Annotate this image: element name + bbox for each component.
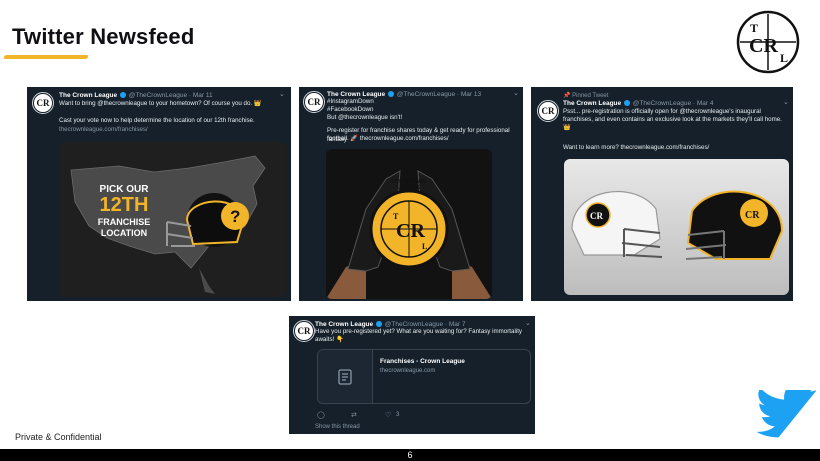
tweet-card-2[interactable]: CR The Crown League @TheCrownLeague · Ma… bbox=[299, 87, 523, 301]
verified-icon bbox=[375, 321, 382, 328]
author-name[interactable]: The Crown League bbox=[563, 100, 621, 107]
tweet-header: The Crown League @TheCrownLeague · Mar 4 bbox=[563, 100, 714, 107]
tweet-card-1[interactable]: CR The Crown League @TheCrownLeague · Ma… bbox=[27, 87, 291, 301]
tweet-text: Want to learn more? thecrownleague.com/f… bbox=[563, 144, 710, 151]
tweet-date[interactable]: Mar 4 bbox=[697, 100, 714, 107]
svg-text:L: L bbox=[422, 242, 427, 251]
pinned-text: Pinned Tweet bbox=[572, 93, 609, 99]
reply-icon[interactable]: ◯ bbox=[317, 411, 325, 419]
verified-icon bbox=[623, 100, 630, 107]
tweet-text: But @thecrownleague isn't! bbox=[327, 114, 403, 121]
author-name[interactable]: The Crown League bbox=[315, 321, 373, 328]
tweet-card-3[interactable]: 📌 Pinned Tweet CR The Crown League @TheC… bbox=[531, 87, 793, 301]
tweet-card-4[interactable]: CR The Crown League @TheCrownLeague · Ma… bbox=[289, 316, 535, 434]
chevron-down-icon[interactable]: ⌄ bbox=[783, 98, 789, 106]
tweet-media[interactable]: CR T L THE CROWN LEAGUE bbox=[326, 149, 492, 299]
page-title: Twitter Newsfeed bbox=[12, 24, 195, 49]
tweet-text: 👑 bbox=[563, 124, 571, 131]
tweet-media[interactable]: CR CR bbox=[564, 159, 789, 295]
svg-text:CR: CR bbox=[396, 220, 425, 242]
tweet-header: The Crown League @TheCrownLeague · Mar 1… bbox=[327, 91, 482, 98]
tweet-media[interactable]: ? PICK OUR 12TH FRANCHISE LOCATION bbox=[59, 142, 287, 297]
svg-text:T: T bbox=[750, 21, 758, 35]
author-handle[interactable]: @TheCrownLeague bbox=[129, 92, 187, 99]
document-icon bbox=[318, 350, 373, 403]
tweet-text: Have you pre-registered yet? What are yo… bbox=[315, 328, 523, 335]
svg-text:T: T bbox=[393, 212, 399, 221]
pinned-label: 📌 Pinned Tweet bbox=[563, 92, 608, 99]
page-number: 6 bbox=[407, 450, 413, 460]
tweet-text: awaits! 👇 bbox=[315, 336, 344, 343]
avatar[interactable]: CR bbox=[537, 100, 559, 122]
show-thread-link[interactable]: Show this thread bbox=[315, 424, 360, 430]
heart-icon[interactable]: ♡ bbox=[385, 411, 391, 419]
avatar[interactable]: CR bbox=[303, 91, 325, 113]
media-caption-2: 12TH bbox=[99, 194, 149, 216]
tweet-date[interactable]: Mar 7 bbox=[449, 321, 466, 328]
svg-text:L: L bbox=[780, 51, 788, 65]
author-handle[interactable]: @TheCrownLeague bbox=[397, 91, 455, 98]
card-url[interactable]: thecrownleague.com bbox=[380, 368, 435, 374]
tweet-date[interactable]: Mar 11 bbox=[193, 92, 213, 99]
title-underline bbox=[3, 55, 89, 59]
crown-league-logo: T CR L bbox=[736, 10, 800, 74]
verified-icon bbox=[119, 92, 126, 99]
verified-icon bbox=[387, 91, 394, 98]
chevron-down-icon[interactable]: ⌄ bbox=[513, 89, 519, 97]
retweet-icon[interactable]: ⇄ bbox=[351, 411, 357, 419]
author-handle[interactable]: @TheCrownLeague bbox=[385, 321, 443, 328]
tweet-text: football. 🚀 thecrownleague.com/franchise… bbox=[327, 135, 449, 142]
like-count: 3 bbox=[396, 412, 400, 418]
svg-text:CR: CR bbox=[749, 35, 778, 57]
media-caption-4: LOCATION bbox=[100, 228, 148, 238]
tweet-text: Want to bring @thecrownleague to your ho… bbox=[59, 100, 262, 107]
pin-icon: 📌 bbox=[563, 93, 571, 99]
author-name[interactable]: The Crown League bbox=[59, 92, 117, 99]
media-ring-text: THE CROWN LEAGUE bbox=[391, 179, 427, 191]
confidential-label: Private & Confidential bbox=[15, 432, 102, 442]
chevron-down-icon[interactable]: ⌄ bbox=[279, 90, 285, 98]
author-handle[interactable]: @TheCrownLeague bbox=[633, 100, 691, 107]
media-caption-3: FRANCHISE bbox=[97, 217, 151, 227]
twitter-bird-icon bbox=[756, 390, 816, 438]
svg-text:CR: CR bbox=[590, 211, 603, 221]
tweet-header: The Crown League @TheCrownLeague · Mar 1… bbox=[59, 92, 213, 99]
svg-text:?: ? bbox=[230, 207, 240, 226]
avatar[interactable]: CR bbox=[32, 92, 54, 114]
tweet-text: Cast your vote now to help determine the… bbox=[59, 117, 255, 124]
avatar[interactable]: CR bbox=[293, 320, 315, 342]
author-name[interactable]: The Crown League bbox=[327, 91, 385, 98]
tweet-header: The Crown League @TheCrownLeague · Mar 7 bbox=[315, 321, 466, 328]
card-title[interactable]: Franchises - Crown League bbox=[380, 358, 465, 365]
chevron-down-icon[interactable]: ⌄ bbox=[525, 319, 531, 327]
tweet-date[interactable]: Mar 13 bbox=[461, 91, 481, 98]
svg-text:CR: CR bbox=[745, 210, 760, 221]
tweet-text: franchises, and even contains an exclusi… bbox=[563, 116, 782, 123]
tweet-link[interactable]: thecrownleague.com/franchises/ bbox=[59, 126, 148, 135]
link-preview-card[interactable]: Franchises - Crown League thecrownleague… bbox=[317, 349, 531, 404]
